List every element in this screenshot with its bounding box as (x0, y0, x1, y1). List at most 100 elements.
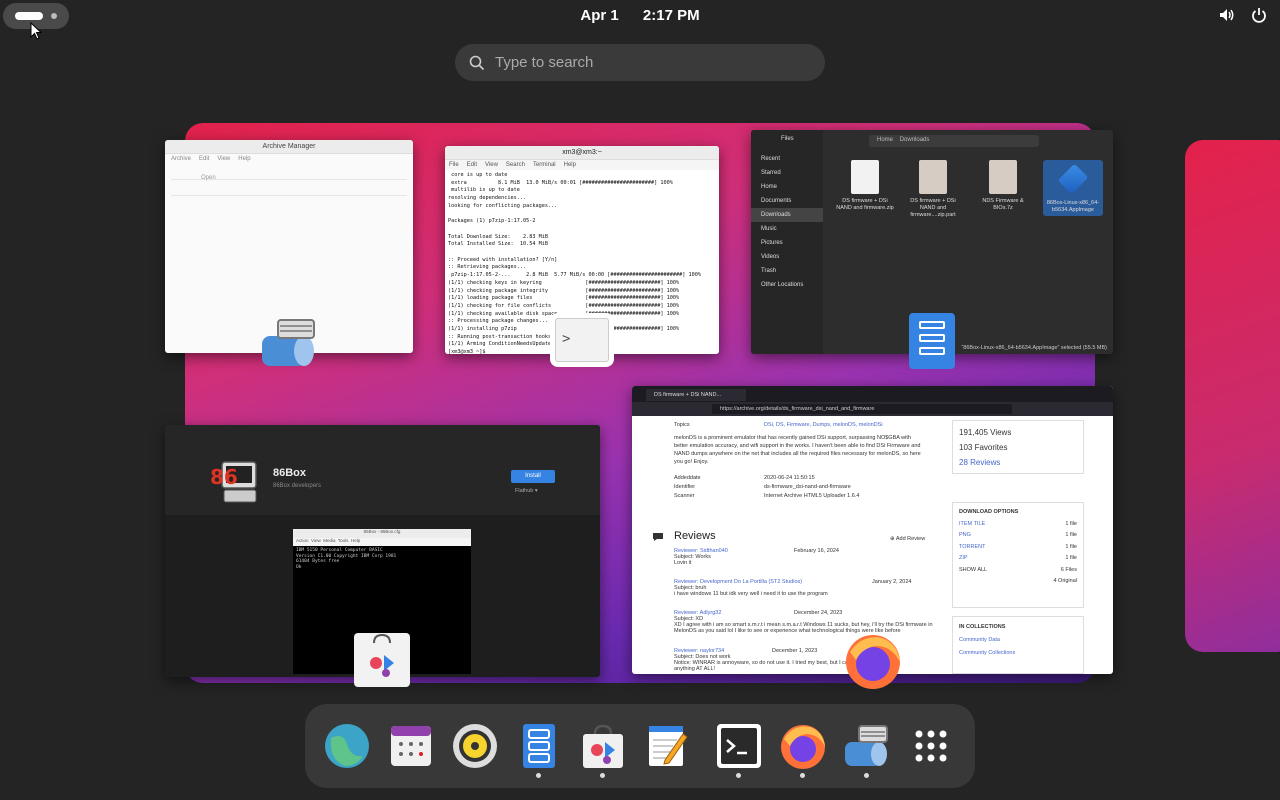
dock-web-browser[interactable] (323, 722, 371, 770)
review-body: i have windows 11 but idk very well i ne… (674, 591, 828, 597)
calendar-icon (391, 726, 431, 766)
download-options-heading: DOWNLOAD OPTIONS (959, 509, 1019, 515)
search-bar[interactable] (455, 44, 825, 81)
screenshot-menu-item: View (311, 538, 321, 543)
menu-item[interactable]: Terminal (533, 162, 556, 168)
dock-archive-manager[interactable] (843, 722, 891, 778)
source-dropdown[interactable]: Flathub ▾ (515, 488, 538, 494)
url-field[interactable]: https://archive.org/details/ds_firmware_… (712, 404, 1012, 414)
download-option[interactable]: ZIP 1 file (959, 553, 1077, 565)
browser-tab[interactable]: DS firmware + DSi NAND... (646, 389, 746, 401)
path-current[interactable]: Downloads (900, 137, 930, 143)
menu-item[interactable]: View (217, 156, 230, 162)
file-name: DS firmware + DSi NAND and firmware.zip (836, 198, 894, 211)
sidebar-item-videos[interactable]: Videos (751, 250, 823, 264)
collection-link[interactable]: Community Data (959, 634, 1077, 647)
86box-app-icon: 86 (210, 461, 257, 503)
menu-item[interactable]: Help (238, 156, 250, 162)
menu-item[interactable]: View (485, 162, 498, 168)
speaker-icon (453, 724, 497, 768)
download-option[interactable]: TORRENT 1 file (959, 542, 1077, 554)
path-bar[interactable]: Home Downloads (869, 135, 1039, 147)
mouse-cursor-icon (30, 22, 42, 40)
favorites-count: 103 Favorites (959, 443, 1008, 452)
dock-text-editor[interactable] (643, 722, 691, 770)
terminal-app-icon: > (550, 313, 614, 367)
review-item: Reviewer: Development Do La Portilla (ST… (674, 579, 934, 597)
menu-item[interactable]: Search (506, 162, 525, 168)
file-item-selected[interactable]: 86Box-Linux-x86_64-b5634.AppImage (1043, 160, 1103, 216)
sidebar-item-other-locations[interactable]: Other Locations (751, 278, 823, 292)
search-input[interactable] (495, 54, 795, 71)
dock-software[interactable] (579, 722, 627, 778)
shopping-bag-icon (370, 633, 394, 677)
menu-item[interactable]: Edit (199, 156, 209, 162)
sidebar-item-starred[interactable]: Starred (751, 166, 823, 180)
file-item[interactable]: NDS Firmware & BIOs.7z (973, 160, 1033, 212)
collections-box: IN COLLECTIONS Community Data Community … (952, 616, 1084, 674)
path-home[interactable]: Home (877, 137, 893, 143)
archive-roll-icon (845, 725, 888, 766)
views-count: 191,405 Views (959, 428, 1012, 437)
sidebar-item-trash[interactable]: Trash (751, 264, 823, 278)
collection-link[interactable]: Community Collections (959, 647, 1077, 660)
file-name: 86Box-Linux-x86_64-b5634.AppImage (1046, 200, 1100, 213)
terminal-prompt-icon: > (562, 331, 571, 347)
appimage-file-icon (1057, 163, 1089, 195)
download-option[interactable]: PNG 1 file (959, 530, 1077, 542)
clock-button[interactable]: Apr 1 2:17 PM (0, 7, 1280, 24)
power-icon (1252, 8, 1266, 23)
dock-files[interactable] (515, 722, 563, 778)
dock-terminal[interactable] (715, 722, 763, 778)
dock (305, 704, 975, 788)
reviews-count-link[interactable]: 28 Reviews (959, 455, 1077, 470)
running-indicator (536, 773, 541, 778)
file-item[interactable]: DS firmware + DSi NAND and firmware.zip (835, 160, 895, 212)
reviews-heading: Reviews (674, 530, 716, 542)
add-review-button[interactable]: ⊕ Add Review (890, 536, 925, 542)
review-date: December 1, 2023 (772, 648, 818, 654)
dock-firefox[interactable] (779, 722, 827, 778)
menu-item[interactable]: File (449, 162, 459, 168)
scanner-value: Internet Archive HTML5 Uploader 1.6.4 (764, 493, 860, 499)
sidebar-item-music[interactable]: Music (751, 222, 823, 236)
zip-file-icon (851, 160, 879, 194)
screenshot-menu-item: Media (323, 538, 336, 543)
sidebar-item-home[interactable]: Home (751, 180, 823, 194)
menu-item[interactable]: Help (564, 162, 576, 168)
window-title: xm3@xm3:~ (445, 146, 719, 160)
sidebar-item-recent[interactable]: Recent (751, 152, 823, 166)
archive-file-icon (919, 160, 947, 194)
download-option[interactable]: ITEM TILE 1 file (959, 519, 1077, 531)
nav-bar: https://archive.org/details/ds_firmware_… (632, 402, 1113, 416)
firefox-window[interactable]: DS firmware + DSi NAND... https://archiv… (632, 386, 1113, 674)
sidebar-item-documents[interactable]: Documents (751, 194, 823, 208)
system-menu[interactable] (1218, 6, 1268, 24)
dock-calendar[interactable] (387, 722, 435, 770)
open-button[interactable]: Open (201, 175, 216, 181)
volume-icon (1220, 9, 1234, 21)
review-date: January 2, 2024 (872, 579, 912, 585)
collections-heading: IN COLLECTIONS (959, 624, 1006, 630)
sidebar-item-pictures[interactable]: Pictures (751, 236, 823, 250)
show-all-link[interactable]: SHOW ALL 6 Files (959, 565, 1077, 577)
menu-item[interactable]: Archive (171, 156, 191, 162)
install-button[interactable]: Install (511, 470, 555, 483)
file-item[interactable]: DS firmware + DSi NAND and firmware....z… (903, 160, 963, 219)
topics-value[interactable]: DSi, DS, Firmware, Dumps, melonDS, melon… (764, 422, 883, 428)
clock-time: 2:17 PM (642, 7, 700, 24)
location-bar (171, 182, 407, 196)
workspace-next[interactable] (1185, 140, 1280, 652)
running-indicator (800, 773, 805, 778)
software-app-icon (354, 633, 410, 687)
files-title: Files (781, 136, 794, 142)
menu-item[interactable]: Edit (467, 162, 477, 168)
dock-rhythmbox[interactable] (451, 722, 499, 770)
addeddate-value: 2020-06-24 11:50:15 (764, 475, 815, 481)
download-options-box: DOWNLOAD OPTIONS ITEM TILE 1 file PNG 1 fi… (952, 502, 1084, 608)
app-name: 86Box (273, 467, 307, 479)
dock-show-apps[interactable] (907, 722, 955, 770)
sidebar-item-downloads[interactable]: Downloads (751, 208, 823, 222)
files-sidebar: Recent Starred Home Documents Downloads … (751, 130, 823, 354)
archive-manager-app-icon (262, 319, 315, 366)
